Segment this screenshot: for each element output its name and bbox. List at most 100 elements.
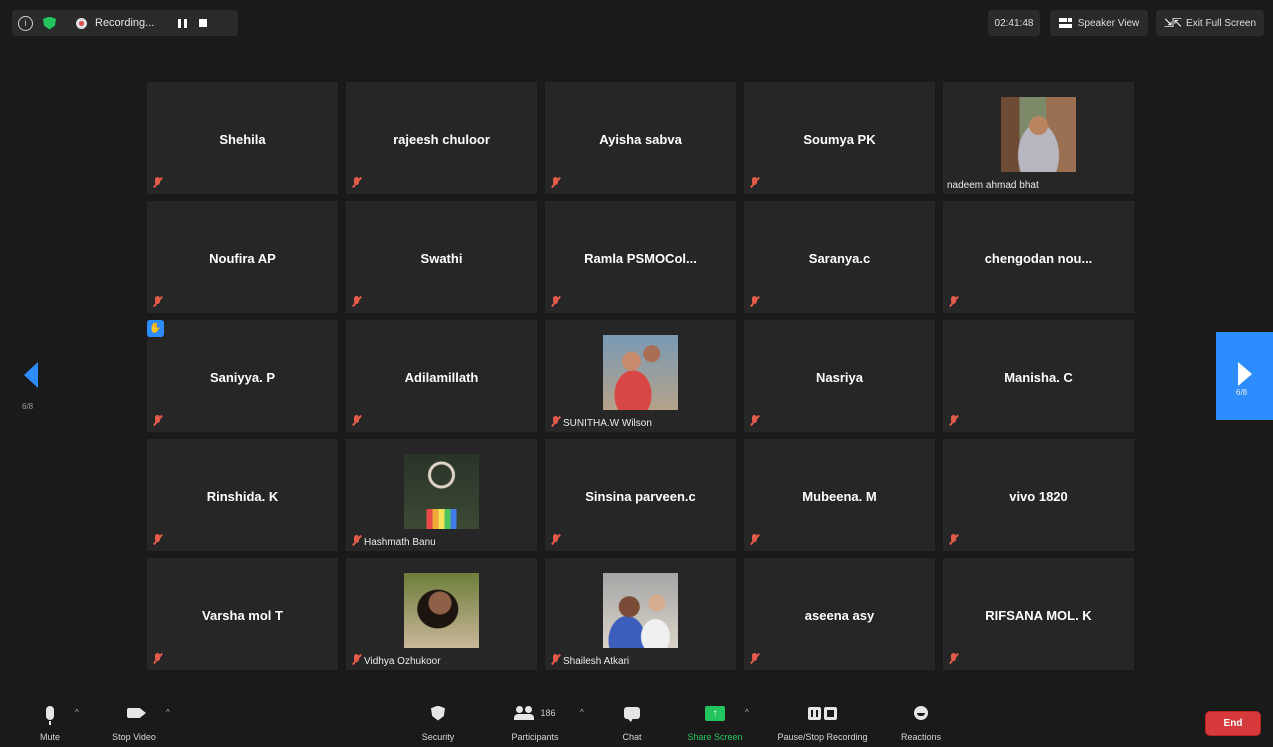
- participant-tile[interactable]: Varsha mol T: [147, 558, 338, 670]
- participant-tile[interactable]: Rinshida. K: [147, 439, 338, 551]
- pause-stop-recording-label: Pause/Stop Recording: [777, 732, 868, 742]
- participant-name: rajeesh chuloor: [393, 132, 490, 147]
- muted-mic-icon: [750, 653, 759, 664]
- participant-tile-video[interactable]: Shailesh Atkari: [545, 558, 736, 670]
- participant-video: [603, 335, 678, 410]
- stop-video-button[interactable]: Stop Video: [104, 690, 164, 747]
- muted-mic-icon: [352, 415, 361, 426]
- participant-video: [404, 573, 479, 648]
- participant-tile[interactable]: Ramla PSMOCol...: [545, 201, 736, 313]
- participant-tile[interactable]: Noufira AP: [147, 201, 338, 313]
- participant-name: Saniyya. P: [209, 370, 276, 385]
- reactions-label: Reactions: [900, 732, 942, 742]
- previous-page-button[interactable]: 6/8: [22, 362, 42, 422]
- participant-name: Adilamillath: [404, 370, 479, 385]
- arrow-right-icon: [1238, 362, 1252, 386]
- video-options-chevron-icon[interactable]: ^: [166, 708, 170, 717]
- meeting-timer: 02:41:48: [988, 10, 1040, 36]
- participant-name: SUNITHA.W Wilson: [563, 418, 652, 429]
- muted-mic-icon: [750, 534, 759, 545]
- participant-name: Vidhya Ozhukoor: [364, 656, 441, 667]
- recording-indicator: i Recording...: [12, 10, 238, 36]
- chat-label: Chat: [622, 732, 642, 742]
- muted-mic-icon: [551, 177, 560, 188]
- pause-stop-recording-icon: [808, 706, 837, 720]
- participant-tile-video[interactable]: SUNITHA.W Wilson: [545, 320, 736, 432]
- mute-label: Mute: [39, 732, 60, 742]
- participant-tile[interactable]: Mubeena. M: [744, 439, 935, 551]
- encryption-shield-icon[interactable]: [43, 16, 56, 30]
- participant-name: Soumya PK: [803, 132, 876, 147]
- muted-mic-icon: [153, 415, 162, 426]
- pause-stop-recording-button[interactable]: Pause/Stop Recording: [765, 690, 880, 747]
- participant-tile[interactable]: vivo 1820: [943, 439, 1134, 551]
- participant-name: Swathi: [420, 251, 463, 266]
- participant-tile[interactable]: Nasriya: [744, 320, 935, 432]
- participant-tile[interactable]: Manisha. C: [943, 320, 1134, 432]
- participants-icon: [514, 706, 536, 720]
- participant-tile[interactable]: Adilamillath: [346, 320, 537, 432]
- participant-name: Saranya.c: [808, 251, 871, 266]
- participant-tile[interactable]: Ayisha sabva: [545, 82, 736, 194]
- muted-mic-icon: [949, 415, 958, 426]
- participant-video: [1001, 97, 1076, 172]
- audio-options-chevron-icon[interactable]: ^: [75, 708, 79, 717]
- microphone-icon: [46, 706, 54, 725]
- participant-tile[interactable]: rajeesh chuloor: [346, 82, 537, 194]
- muted-mic-icon: [551, 654, 560, 665]
- participant-name: Shailesh Atkari: [563, 656, 630, 667]
- muted-mic-icon: [352, 296, 361, 307]
- exit-fullscreen-icon: ⇲⇱: [1163, 16, 1182, 30]
- participant-tile[interactable]: Saniyya. P: [147, 320, 338, 432]
- participant-name: Varsha mol T: [202, 608, 283, 623]
- reactions-smile-icon: [914, 706, 928, 720]
- participant-tile[interactable]: RIFSANA MOL. K: [943, 558, 1134, 670]
- pause-recording-icon[interactable]: [178, 18, 188, 28]
- muted-mic-icon: [949, 296, 958, 307]
- page-indicator-left: 6/8: [22, 402, 34, 411]
- participant-name: Ramla PSMOCol...: [584, 251, 697, 266]
- next-page-button[interactable]: 6/8: [1216, 332, 1273, 420]
- participants-button[interactable]: 186 Participants: [500, 690, 570, 747]
- info-icon[interactable]: i: [18, 15, 33, 31]
- share-options-chevron-icon[interactable]: ^: [745, 708, 749, 717]
- participant-tile[interactable]: Shehila: [147, 82, 338, 194]
- security-button[interactable]: Security: [413, 690, 463, 747]
- participant-tile-video[interactable]: Hashmath Banu: [346, 439, 537, 551]
- participant-name: Noufira AP: [209, 251, 276, 266]
- chat-button[interactable]: Chat: [612, 690, 652, 747]
- participant-tile[interactable]: Saranya.c: [744, 201, 935, 313]
- speaker-view-button[interactable]: Speaker View: [1050, 10, 1148, 36]
- muted-mic-icon: [352, 177, 361, 188]
- exit-fullscreen-label: Exit Full Screen: [1186, 17, 1257, 29]
- top-bar: i Recording... 02:41:48 Speaker View ⇲⇱ …: [0, 0, 1273, 44]
- share-screen-button[interactable]: ↑ Share Screen: [680, 690, 750, 747]
- participant-tile[interactable]: Sinsina parveen.c: [545, 439, 736, 551]
- participant-name: aseena asy: [804, 608, 875, 623]
- muted-mic-icon: [949, 653, 958, 664]
- participant-name: Ayisha sabva: [599, 132, 682, 147]
- participant-video: [404, 454, 479, 529]
- participant-tile[interactable]: aseena asy: [744, 558, 935, 670]
- page-indicator-right: 6/8: [1236, 388, 1248, 397]
- end-meeting-button[interactable]: End: [1205, 711, 1261, 736]
- stop-recording-icon[interactable]: [199, 19, 208, 27]
- participants-count: 186: [540, 708, 556, 718]
- recording-label: Recording...: [95, 17, 155, 29]
- exit-fullscreen-button[interactable]: ⇲⇱ Exit Full Screen: [1156, 10, 1264, 36]
- muted-mic-icon: [551, 416, 560, 427]
- participant-name: Sinsina parveen.c: [585, 489, 696, 504]
- reactions-button[interactable]: Reactions: [895, 690, 947, 747]
- participant-tile-video[interactable]: Vidhya Ozhukoor: [346, 558, 537, 670]
- participants-options-chevron-icon[interactable]: ^: [580, 708, 584, 717]
- muted-mic-icon: [750, 415, 759, 426]
- security-shield-icon: [431, 705, 445, 721]
- view-grid-icon: [1058, 18, 1072, 28]
- security-label: Security: [421, 732, 455, 742]
- participant-tile[interactable]: Soumya PK: [744, 82, 935, 194]
- participant-tile[interactable]: chengodan nou...: [943, 201, 1134, 313]
- participant-tile[interactable]: Swathi: [346, 201, 537, 313]
- participant-tile-video[interactable]: nadeem ahmad bhat: [943, 82, 1134, 194]
- mute-button[interactable]: Mute: [30, 690, 70, 747]
- participant-name: Nasriya: [816, 370, 863, 385]
